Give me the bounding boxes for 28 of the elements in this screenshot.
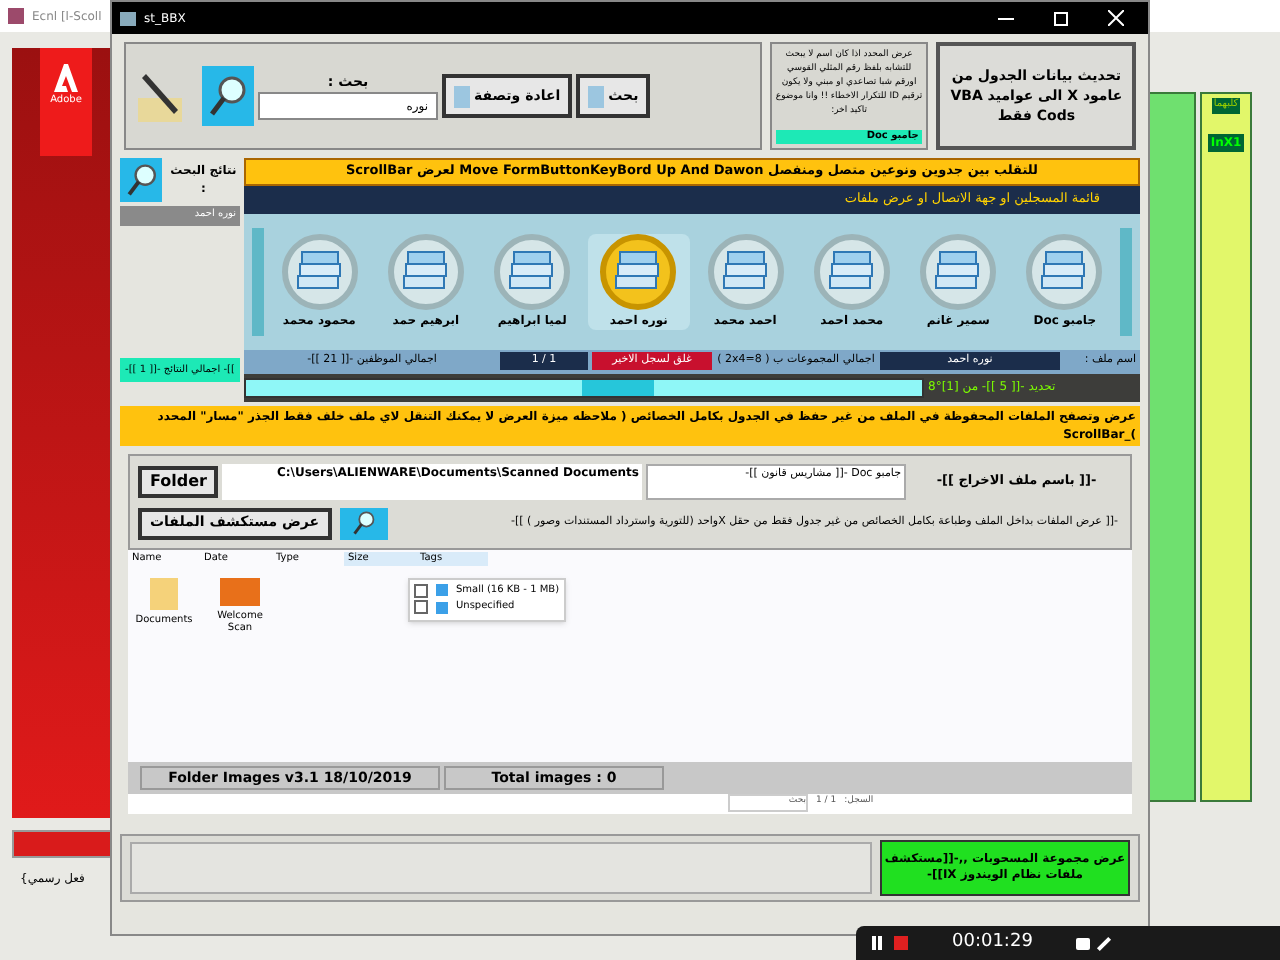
logo-icon [54,64,78,92]
folder-button[interactable]: Folder [138,465,219,497]
checkbox[interactable] [414,583,428,598]
book-stack-icon [813,233,890,309]
book-stack-icon [281,233,358,309]
pause-icon[interactable] [872,936,882,950]
minimize-icon[interactable] [998,17,1014,19]
magnifier-icon [202,66,254,126]
pen-icon[interactable] [1097,935,1112,951]
recording-time: 00:01:29 [952,929,1033,956]
magnifier-icon [339,507,388,539]
book-stack-icon [707,233,784,309]
bottles-icon [588,85,605,107]
book-stack-icon [494,233,571,309]
maximize-icon[interactable] [1054,11,1068,25]
photo-placeholder[interactable] [220,577,260,605]
checkbox[interactable] [414,600,428,615]
book-stack-icon [600,233,677,309]
app-icon [8,8,24,24]
book-stack-icon [387,233,464,309]
app-icon [120,11,136,25]
camera-icon[interactable] [1076,937,1091,949]
magnifier-icon [120,158,163,202]
bottles-icon [454,85,470,107]
close-icon[interactable] [1108,10,1124,26]
book-stack-icon [920,233,997,309]
scrollbar-thumb[interactable] [581,379,654,395]
book-stack-icon [1026,233,1103,309]
